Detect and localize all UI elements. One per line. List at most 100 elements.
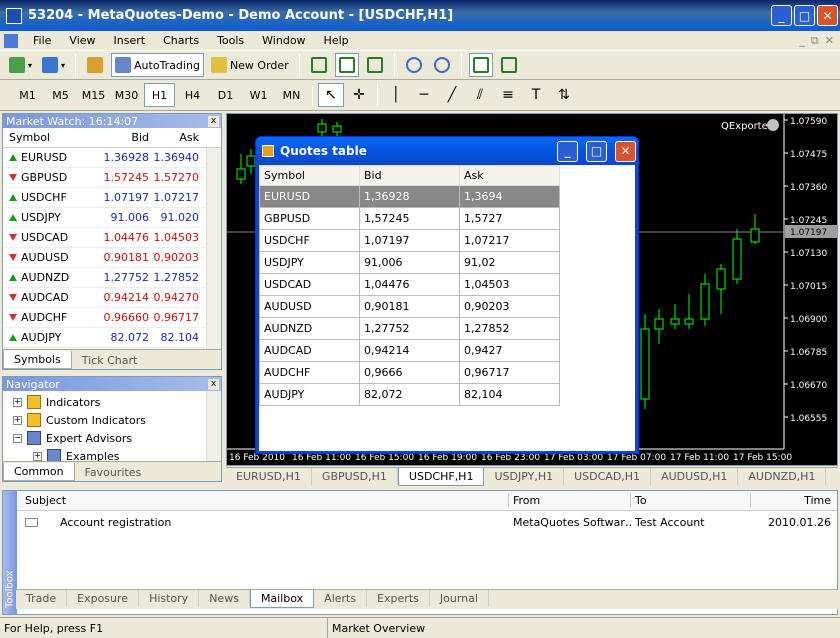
bar-chart-button[interactable] [307,53,331,77]
table-cell[interactable]: 91,006 [359,251,460,274]
table-cell[interactable]: 1,5727 [459,207,560,230]
toolbox-tab[interactable]: Alerts [314,590,368,607]
column-header-time[interactable]: Time [751,494,837,507]
table-cell[interactable]: 1,27752 [359,317,460,340]
crosshair-tool[interactable]: ✛ [346,83,372,107]
mdi-close-button[interactable]: ✕ [825,34,834,48]
menu-tools[interactable]: Tools [208,34,253,47]
table-row[interactable]: USDJPY 91,006 91,02 [259,251,560,274]
table-cell[interactable]: USDJPY [259,251,360,274]
table-cell[interactable]: AUDCHF [259,361,360,384]
chart-tab[interactable]: USDCAD,H1 [564,468,652,485]
expand-icon[interactable]: + [13,415,22,425]
table-row[interactable]: USDCHF 1,07197 1,07217 [259,229,560,252]
timeframe-m15[interactable]: M15 [78,83,109,107]
channel-tool[interactable]: ⫽ [467,83,493,107]
table-row[interactable]: AUDUSD 0,90181 0,90203 [259,295,560,318]
autoscroll-button[interactable] [468,53,493,77]
table-cell[interactable]: 1,3694 [459,185,560,208]
timeframe-m1[interactable]: M1 [12,83,43,107]
table-row[interactable]: AUDCAD 0.94214 0.94270 [3,288,221,308]
menu-insert[interactable]: Insert [105,34,155,47]
table-cell[interactable]: 82,104 [459,383,560,406]
table-row[interactable]: Account registration MetaQuotes Softwar…… [17,512,837,532]
table-cell[interactable]: AUDCAD [259,339,360,362]
chart-window-icon[interactable] [4,33,18,48]
expand-icon[interactable]: + [13,397,22,407]
nav-item-expert-advisors[interactable]: − Expert Advisors [13,429,221,447]
tab-symbols[interactable]: Symbols [3,351,72,369]
table-row[interactable]: USDCHF 1.07197 1.07217 [3,188,221,208]
expand-icon[interactable]: + [33,451,42,461]
dialog-close-button[interactable]: ✕ [615,140,636,162]
table-cell[interactable]: AUDJPY [259,383,360,406]
mdi-restore-button[interactable]: ⧉ [811,34,819,48]
tab-tick-chart[interactable]: Tick Chart [72,352,148,369]
text-tool[interactable]: T [523,83,549,107]
line-chart-button[interactable] [363,53,387,77]
column-header-subject[interactable]: Subject [17,494,509,507]
table-row[interactable]: EURUSD 1.36928 1.36940 [3,148,221,168]
tab-common[interactable]: Common [3,463,75,481]
metaeditor-button[interactable] [83,53,107,77]
table-row[interactable]: EURUSD 1,36928 1,3694 [259,185,560,208]
column-header-symbol[interactable]: Symbol [3,131,101,144]
candlestick-button[interactable] [334,53,359,77]
table-row[interactable]: AUDUSD 0.90181 0.90203 [3,248,221,268]
mdi-minimize-button[interactable]: _ [799,34,805,48]
toolbox-tab[interactable]: Trade [16,590,68,607]
table-cell[interactable]: 0,96717 [459,361,560,384]
toolbox-tab[interactable]: Mailbox [249,590,315,608]
market-watch-scrollbar[interactable] [206,148,221,351]
table-cell[interactable]: 0,9427 [459,339,560,362]
table-cell[interactable]: GBPUSD [259,207,360,230]
collapse-icon[interactable]: − [13,433,22,443]
navigator-close-button[interactable]: x [208,378,219,390]
timeframe-m30[interactable]: M30 [111,83,142,107]
table-cell[interactable]: 1,27852 [459,317,560,340]
menu-view[interactable]: View [60,34,104,47]
maximize-button[interactable]: □ [794,5,815,26]
table-row[interactable]: AUDNZD 1.27752 1.27852 [3,268,221,288]
chart-tab[interactable]: AUDUSD,H1 [651,468,739,485]
chart-tab[interactable]: EURUSD,H1 [226,468,312,485]
navigator-scrollbar[interactable] [206,391,221,463]
new-chart-button[interactable]: ▾ [6,53,35,77]
column-header-from[interactable]: From [509,494,631,507]
toolbox-tab[interactable]: History [139,590,200,607]
chart-tab[interactable]: USDJPY,H1 [484,468,565,485]
horizontal-line-tool[interactable]: ─ [411,83,437,107]
table-row[interactable]: USDCAD 1,04476 1,04503 [259,273,560,296]
timeframe-w1[interactable]: W1 [243,83,274,107]
tab-favourites[interactable]: Favourites [75,464,152,481]
chart-tab[interactable]: USDCHF,H1 [397,468,485,486]
table-cell[interactable]: 1,36928 [359,185,460,208]
table-row[interactable]: USDJPY 91.006 91.020 [3,208,221,228]
table-row[interactable]: USDCAD 1.04476 1.04503 [3,228,221,248]
table-cell[interactable]: 1,04476 [359,273,460,296]
table-cell[interactable]: 0,9666 [359,361,460,384]
table-cell[interactable]: AUDNZD [259,317,360,340]
toolbox-tab[interactable]: News [199,590,250,607]
table-cell[interactable]: EURUSD [259,185,360,208]
table-cell[interactable]: 82,072 [359,383,460,406]
table-row[interactable]: AUDJPY 82,072 82,104 [259,383,560,406]
table-row[interactable]: AUDCAD 0,94214 0,9427 [259,339,560,362]
timeframe-m5[interactable]: M5 [45,83,76,107]
new-order-button[interactable]: New Order [208,53,292,77]
toolbox-tab[interactable]: Journal [430,590,489,607]
timeframe-h1[interactable]: H1 [144,83,175,107]
market-watch-close-button[interactable]: x [208,115,219,127]
column-header[interactable]: Bid [359,165,460,186]
table-cell[interactable]: 1,07217 [459,229,560,252]
table-row[interactable]: AUDNZD 1,27752 1,27852 [259,317,560,340]
column-header-bid[interactable]: Bid [101,131,151,144]
table-cell[interactable]: USDCAD [259,273,360,296]
autotrading-button[interactable]: AutoTrading [111,53,204,77]
table-cell[interactable]: AUDUSD [259,295,360,318]
chart-shift-button[interactable] [497,53,521,77]
zoom-in-button[interactable] [402,53,426,77]
menu-help[interactable]: Help [315,34,358,47]
toolbox-tab[interactable]: Experts [367,590,430,607]
timeframe-mn[interactable]: MN [276,83,307,107]
